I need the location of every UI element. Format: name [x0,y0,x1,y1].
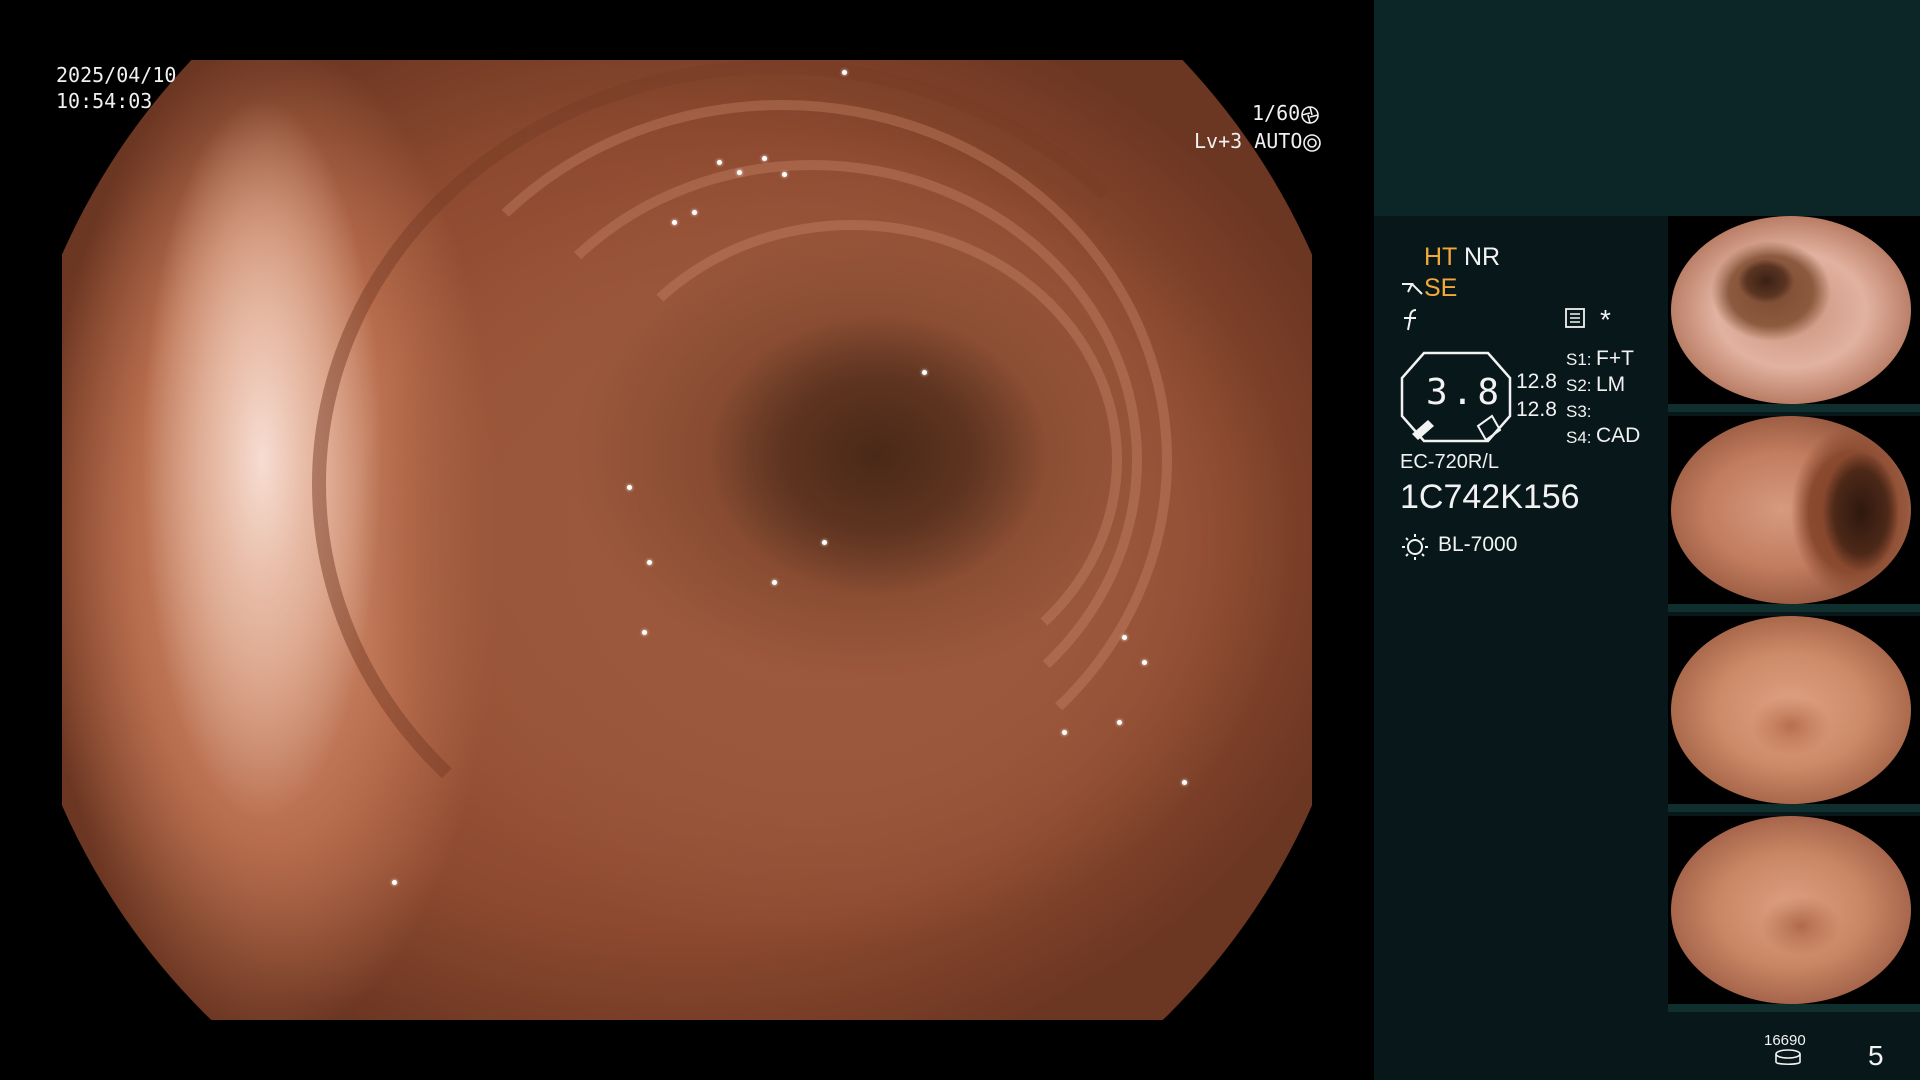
shutter-icon [1301,105,1319,124]
thumbnail-footer [1668,604,1920,612]
thumbnail-image [1671,216,1911,404]
captured-thumbnail-3[interactable] [1668,616,1920,812]
zoom-value: 3.8 [1426,372,1504,413]
specular-highlight [1182,780,1187,785]
capture-time: 10:54:03 [56,89,153,113]
specular-highlight [1142,660,1147,665]
s2-value: LM [1596,373,1626,396]
iris-readout: Lv+3 AUTO [1194,128,1322,154]
scope-serial: 1C742K156 [1400,478,1580,516]
specular-highlight [627,485,632,490]
light-source: BL-7000 [1438,533,1518,556]
iris-value: AUTO [1254,129,1303,153]
image-count: 5 [1868,1040,1884,1071]
captured-thumbnail-4[interactable] [1668,816,1920,1012]
specular-highlight [762,156,767,161]
endoscope-live-view [62,60,1312,1020]
specular-highlight [772,580,777,585]
s3-key: S3: [1566,402,1592,421]
thumbnail-image [1671,816,1911,1004]
specular-highlight [717,160,722,165]
light-source-icon [1402,534,1428,560]
specular-highlight [922,370,927,375]
thumbnail-footer [1668,404,1920,412]
shutter-readout: 1/60 [1252,100,1320,126]
nr-indicator: NR [1464,243,1501,271]
specular-highlight [1122,635,1127,640]
specular-highlight [642,630,647,635]
storage-count: 16690 [1764,1032,1806,1049]
s4-value: CAD [1596,424,1641,447]
storage-icon [1775,1049,1801,1066]
specular-highlight [672,220,677,225]
captured-thumbnail-1[interactable] [1668,216,1920,412]
s2-key: S2: [1566,376,1592,395]
s1-value: F+T [1596,347,1634,370]
shutter-value: 1/60 [1252,101,1301,125]
panel-header-area [1374,0,1920,216]
value-upper: 12.8 [1516,370,1557,393]
level-value: Lv+3 [1194,129,1243,153]
record-settings-icon [1565,308,1585,328]
value-lower: 12.8 [1516,398,1557,421]
se-indicator: SE [1424,274,1458,302]
scope-model: EC-720R/L [1400,451,1499,473]
thumbnail-footer [1668,1004,1920,1012]
specular-highlight [782,172,787,177]
mucosal-fold [312,60,1240,908]
captured-thumbnail-2[interactable] [1668,416,1920,612]
thumbnail-image [1671,616,1911,804]
specular-highlight [737,170,742,175]
asterisk-indicator: * [1600,304,1611,335]
iris-icon [1303,133,1322,152]
structure-enhance-icon [1402,283,1423,295]
specular-highlight [1117,720,1122,725]
specular-highlight [392,880,397,885]
capture-date: 2025/04/10 [56,63,177,87]
s1-key: S1: [1566,350,1592,369]
freeze-icon [1404,309,1417,331]
specular-highlight [822,540,827,545]
specular-highlight [842,70,847,75]
specular-highlight [647,560,652,565]
thumbnail-image [1671,416,1911,604]
s4-key: S4: [1566,428,1592,447]
specular-highlight [1062,730,1067,735]
specular-highlight [692,210,697,215]
ht-indicator: HT [1424,243,1458,271]
thumbnail-footer [1668,804,1920,812]
